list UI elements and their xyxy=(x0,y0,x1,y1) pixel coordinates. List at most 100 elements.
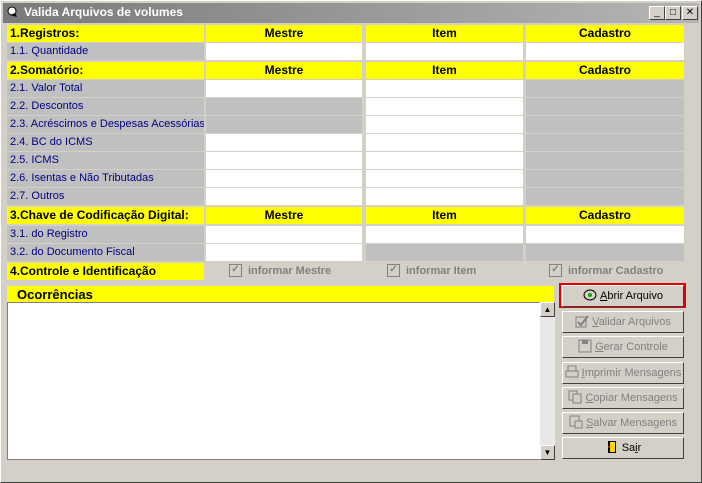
imprimir-mensagens-button[interactable]: Imprimir Mensagens xyxy=(562,362,684,384)
mestre-field[interactable] xyxy=(206,80,362,97)
table-row: 3.2. do Documento Fiscal xyxy=(7,244,684,261)
mestre-field[interactable] xyxy=(206,134,362,151)
col-header-cadastro: Cadastro xyxy=(526,25,684,42)
exit-door-icon xyxy=(607,441,616,454)
table-row: 2.1. Valor Total xyxy=(7,80,684,97)
informar-item-checkbox[interactable]: ✓ informar Item xyxy=(387,263,477,278)
col-header-mestre: Mestre xyxy=(206,25,362,42)
section-chave-header: 3.Chave de Codificação Digital: Mestre I… xyxy=(7,207,684,224)
table-row: 2.3. Acréscimos e Despesas Acessórias xyxy=(7,116,684,133)
row-label: 2.7. Outros xyxy=(7,188,204,205)
item-field[interactable] xyxy=(366,134,523,151)
section-title: 2.Somatório: xyxy=(7,62,204,79)
cadastro-field[interactable] xyxy=(526,43,684,60)
row-label: 2.5. ICMS xyxy=(7,152,204,169)
item-field-disabled xyxy=(366,244,523,261)
scroll-down-arrow-icon[interactable]: ▼ xyxy=(540,445,555,460)
mestre-field[interactable] xyxy=(206,43,362,60)
col-header-mestre: Mestre xyxy=(206,207,362,224)
gerar-controle-button[interactable]: Gerar Controle xyxy=(562,336,684,358)
item-field[interactable] xyxy=(366,98,523,115)
row-label: 2.1. Valor Total xyxy=(7,80,204,97)
mestre-field[interactable] xyxy=(206,188,362,205)
maximize-button[interactable]: □ xyxy=(665,6,681,20)
col-header-item: Item xyxy=(366,62,523,79)
cadastro-field-disabled xyxy=(526,244,684,261)
checkbox-label: informar Item xyxy=(406,265,477,277)
item-field[interactable] xyxy=(366,170,523,187)
item-field[interactable] xyxy=(366,188,523,205)
informar-mestre-checkbox[interactable]: ✓ informar Mestre xyxy=(229,263,332,278)
cadastro-field-disabled xyxy=(526,116,684,133)
scroll-up-arrow-icon[interactable]: ▲ xyxy=(540,302,555,317)
mestre-field[interactable] xyxy=(206,170,362,187)
cadastro-field-disabled xyxy=(526,134,684,151)
button-label-post: alvar Mensagens xyxy=(593,417,678,429)
copy-icon xyxy=(568,390,582,404)
checkbox-label: informar Cadastro xyxy=(568,265,664,277)
cadastro-field[interactable] xyxy=(526,226,684,243)
cadastro-field-disabled xyxy=(526,170,684,187)
table-row: 2.5. ICMS xyxy=(7,152,684,169)
col-header-item: Item xyxy=(366,207,523,224)
table-row: 3.1. do Registro xyxy=(7,226,684,243)
item-field[interactable] xyxy=(366,43,523,60)
col-header-cadastro: Cadastro xyxy=(526,62,684,79)
checkbox-label: informar Mestre xyxy=(248,265,332,277)
validar-arquivos-button[interactable]: Validar Arquivos xyxy=(562,311,684,333)
save-disk-icon xyxy=(578,339,592,353)
open-file-icon xyxy=(583,289,597,301)
cadastro-field-disabled xyxy=(526,80,684,97)
row-label: 1.1. Quantidade xyxy=(7,43,204,60)
cadastro-field-disabled xyxy=(526,98,684,115)
salvar-mensagens-button[interactable]: Salvar Mensagens xyxy=(562,412,684,434)
app-icon xyxy=(7,6,17,17)
table-row: 2.7. Outros xyxy=(7,188,684,205)
button-label-post: opiar Mensagens xyxy=(593,392,678,404)
table-row: 2.6. Isentas e Não Tributadas xyxy=(7,170,684,187)
mestre-field[interactable] xyxy=(206,152,362,169)
button-label-accel: G xyxy=(595,341,604,353)
table-row: 2.4. BC do ICMS xyxy=(7,134,684,151)
row-label: 3.1. do Registro xyxy=(7,226,204,243)
mestre-field-disabled xyxy=(206,98,362,115)
item-field[interactable] xyxy=(366,152,523,169)
row-label: 2.4. BC do ICMS xyxy=(7,134,204,151)
table-row: 1.1. Quantidade xyxy=(7,43,684,60)
informar-cadastro-checkbox[interactable]: ✓ informar Cadastro xyxy=(549,263,664,278)
button-label-pre: Sa xyxy=(621,442,636,454)
mestre-field[interactable] xyxy=(206,244,362,261)
col-header-item: Item xyxy=(366,25,523,42)
row-label: 3.2. do Documento Fiscal xyxy=(7,244,204,261)
save-messages-icon xyxy=(569,415,583,429)
minimize-button[interactable]: _ xyxy=(649,6,665,20)
sair-button[interactable]: Sair xyxy=(562,437,684,459)
abrir-arquivo-button[interactable]: Abrir Arquivo xyxy=(562,285,684,307)
section-somatorio-header: 2.Somatório: Mestre Item Cadastro xyxy=(7,62,684,79)
close-button[interactable]: ✕ xyxy=(682,6,698,20)
checkmark-icon: ✓ xyxy=(549,263,562,277)
checkmark-icon: ✓ xyxy=(387,263,400,277)
col-header-cadastro: Cadastro xyxy=(526,207,684,224)
section-registros-header: 1.Registros: Mestre Item Cadastro xyxy=(7,25,684,42)
row-label: 2.6. Isentas e Não Tributadas xyxy=(7,170,204,187)
section-title: 3.Chave de Codificação Digital: xyxy=(7,207,204,224)
mestre-field[interactable] xyxy=(206,226,362,243)
ocorrencias-textarea[interactable] xyxy=(7,302,555,460)
item-field[interactable] xyxy=(366,80,523,97)
button-label-post: erar Controle xyxy=(603,341,668,353)
col-header-mestre: Mestre xyxy=(206,62,362,79)
validate-check-icon xyxy=(575,315,589,328)
mestre-field-disabled xyxy=(206,116,362,133)
vertical-scrollbar[interactable]: ▲ ▼ xyxy=(540,302,555,460)
item-field[interactable] xyxy=(366,116,523,133)
item-field[interactable] xyxy=(366,226,523,243)
button-label-post: mprimir Mensagens xyxy=(584,367,682,379)
section-title: 4.Controle e Identificação xyxy=(7,263,204,280)
copiar-mensagens-button[interactable]: Copiar Mensagens xyxy=(562,387,684,409)
button-label-post: brir Arquivo xyxy=(607,290,663,302)
button-label-post: r xyxy=(637,442,642,454)
window-title: Valida Arquivos de volumes xyxy=(24,5,183,19)
title-bar[interactable]: Valida Arquivos de volumes _ □ ✕ xyxy=(3,3,699,23)
checkmark-icon: ✓ xyxy=(229,263,242,277)
